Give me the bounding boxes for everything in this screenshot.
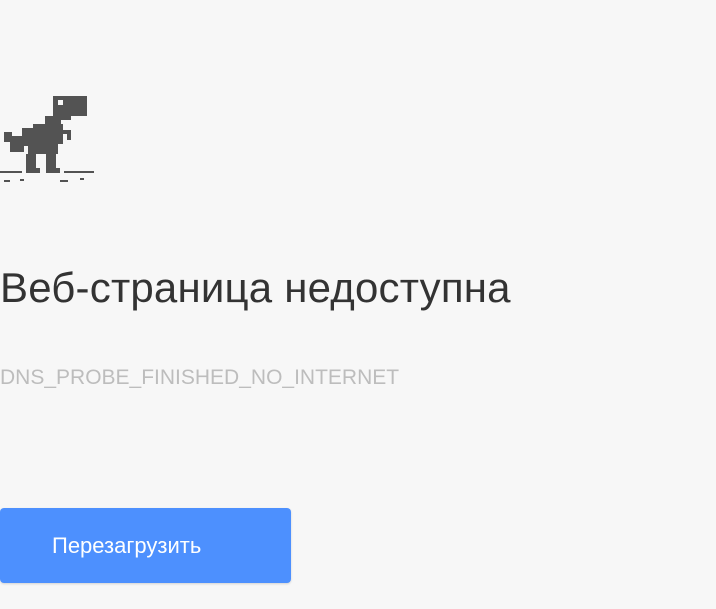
error-page: Веб-страница недоступна DNS_PROBE_FINISH…	[0, 0, 716, 609]
reload-button[interactable]: Перезагрузить	[0, 508, 291, 583]
error-code: DNS_PROBE_FINISHED_NO_INTERNET	[0, 366, 400, 389]
offline-dino-icon	[0, 92, 100, 192]
page-title: Веб-страница недоступна	[0, 264, 511, 311]
